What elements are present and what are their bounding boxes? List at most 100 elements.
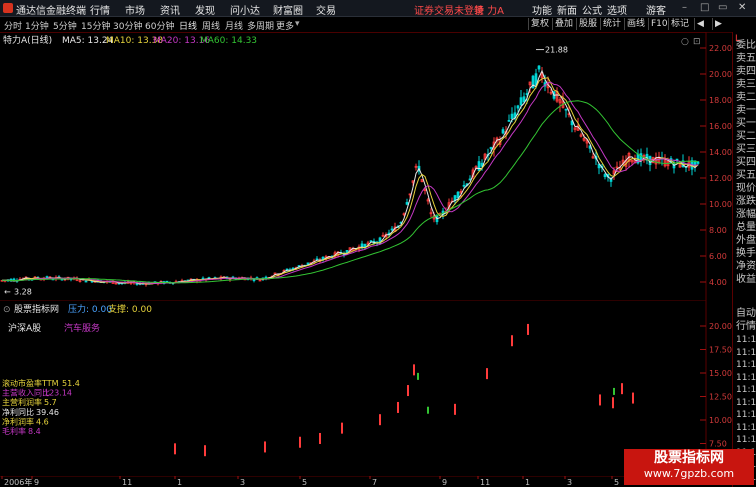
tool-adjust[interactable]: 复权 (528, 18, 551, 30)
stat-label: 毛利率 (2, 426, 26, 436)
period-tab-monthly[interactable]: 月线 (225, 19, 243, 32)
side-panel-auto-item[interactable]: 自动 (736, 307, 756, 320)
menu-formula[interactable]: 公式 (582, 2, 602, 17)
indicator-y-tick-label: 15.00 (709, 369, 732, 378)
menu-trade[interactable]: 交易 (316, 2, 336, 17)
indicator-y-tick-label: 20.00 (709, 322, 732, 331)
period-tab-5min[interactable]: 5分钟 (53, 19, 77, 32)
time-axis-label: 11 (480, 478, 490, 487)
time-axis-label: 9 (442, 478, 447, 487)
period-toolbar: 分时 1分钟 5分钟 15分钟 30分钟 60分钟 日线 周线 月线 多周期 更… (0, 17, 756, 33)
candle-body (564, 108, 568, 111)
app-logo-icon (3, 3, 13, 13)
tool-draw[interactable]: 画线 (624, 18, 647, 30)
period-tab-timeshare[interactable]: 分时 (4, 19, 22, 32)
indicator-y-tick-label: 10.00 (709, 416, 732, 425)
candle-body (315, 258, 319, 261)
period-tab-60min[interactable]: 60分钟 (145, 19, 174, 32)
price-y-tick-label: 8.00 (709, 226, 727, 235)
period-tab-15min[interactable]: 15分钟 (81, 19, 110, 32)
time-axis-label: 11 (122, 478, 132, 487)
period-tab-1min[interactable]: 1分钟 (25, 19, 49, 32)
indicator-chart[interactable]: ⊙ 股票指标网 压力: 0.00 支撑: 0.00 沪深A股 汽车服务 20.0… (0, 300, 732, 476)
candle-body (519, 97, 523, 106)
side-panel-tick-time: 11:1 (736, 397, 756, 408)
sector-label: 汽车服务 (64, 322, 100, 334)
side-panel-tick-time: 11:1 (736, 347, 756, 358)
watermark-title: 股票指标网 (654, 450, 724, 466)
side-panel-item: 涨幅 (736, 209, 756, 220)
candle-body (537, 65, 541, 70)
side-panel-item: 外盘 (736, 235, 756, 246)
menu-market[interactable]: 市场 (125, 2, 145, 17)
side-panel-tick-time: 11:1 (736, 435, 756, 445)
price-chart[interactable]: 特力A(日线) MA5: 13.24 MA10: 13.38 MA20: 13.… (0, 32, 732, 300)
price-y-tick-label: 6.00 (709, 252, 727, 261)
stat-label: 滚动市盈率TTM (2, 378, 59, 388)
period-tab-daily[interactable]: 日线 (179, 19, 197, 32)
tool-service[interactable]: 股服 (576, 18, 599, 30)
time-axis-label: 1 (525, 478, 530, 487)
side-panel-item: 委比 (736, 40, 756, 51)
candle-body (456, 191, 460, 199)
menu-discover[interactable]: 发现 (195, 2, 215, 17)
menu-wealth-circle[interactable]: 财富圈 (273, 2, 303, 17)
side-panel-tick-time: 11:1 (736, 335, 756, 345)
app-title: 通达信金融终端 (16, 6, 86, 17)
side-panel-item: 买三 (736, 144, 756, 155)
period-tab-multi[interactable]: 多周期 (247, 19, 274, 32)
time-axis-label: 5 (614, 478, 619, 487)
stat-value: 39.46 (36, 408, 59, 417)
price-y-tick-label: 20.00 (709, 70, 732, 79)
menu-new-page[interactable]: 新面 (557, 2, 577, 17)
menu-news[interactable]: 资讯 (160, 2, 180, 17)
quote-side-panel: L 委比 卖五 卖四 卖三 卖二 卖一 买一 买二 买三 买四 买五 现价 涨跌 涨幅 总量 外盘 换手 净资 收益… (732, 32, 756, 487)
panel-expand-icon[interactable]: ⊡ (693, 37, 701, 47)
side-panel-tick-time: 11:1 (736, 410, 756, 420)
restore-icon[interactable]: ▭ (718, 2, 727, 13)
tool-f10[interactable]: F10 (648, 18, 670, 30)
time-axis-label: 1 (177, 478, 182, 487)
ma60-line (2, 100, 699, 284)
stat-label: 主营收入同比 (2, 388, 50, 398)
candle-body (462, 184, 466, 187)
side-panel-item: 卖四 (736, 66, 756, 77)
side-panel-item: 总量 (736, 222, 756, 233)
next-arrow-icon[interactable]: ▶ (712, 18, 724, 30)
menu-quotes[interactable]: 行情 (90, 2, 110, 17)
time-axis: 2006年91113579111357 (0, 476, 706, 487)
maximize-icon[interactable]: □ (700, 2, 709, 13)
indicator-title[interactable]: 股票指标网 (14, 303, 59, 315)
menu-options[interactable]: 选项 (607, 2, 627, 17)
panel-settings-icon[interactable]: ○ (681, 37, 689, 47)
period-tab-weekly[interactable]: 周线 (202, 19, 220, 32)
price-y-tick-label: 10.00 (709, 200, 732, 209)
price-y-tick-label: 22.00 (709, 44, 732, 53)
indicator-y-tick-label: 17.50 (709, 346, 732, 355)
close-icon[interactable]: ✕ (738, 2, 746, 13)
indicator-y-tick-label: 12.50 (709, 393, 732, 402)
menu-ask[interactable]: 问小达 (230, 2, 260, 17)
minimize-icon[interactable]: – (682, 2, 687, 13)
menu-guest[interactable]: 游客 (646, 2, 666, 17)
stock-tag: 特 力A (474, 6, 505, 17)
tool-mark[interactable]: 标记 (668, 18, 691, 30)
stat-value: 5.7 (44, 398, 57, 407)
indicator-dropdown-icon[interactable]: ⊙ (3, 305, 11, 315)
period-tab-more[interactable]: 更多 (276, 19, 294, 32)
tool-stats[interactable]: 统计 (600, 18, 623, 30)
low-marker-arrow: ← (4, 287, 11, 296)
price-y-tick-label: 16.00 (709, 122, 732, 131)
side-panel-auto-item[interactable]: 行情 (736, 320, 756, 333)
side-panel-item: 换手 (736, 248, 756, 259)
period-tab-30min[interactable]: 30分钟 (113, 19, 142, 32)
tool-overlay[interactable]: 叠加 (552, 18, 575, 30)
prev-arrow-icon[interactable]: ◀ (694, 18, 706, 30)
candle-body (84, 280, 88, 283)
price-y-tick-label: 18.00 (709, 96, 732, 105)
stat-value: 8.4 (28, 427, 41, 436)
candle-body (390, 228, 394, 231)
menu-function[interactable]: 功能 (532, 2, 552, 17)
side-panel-item: 卖一 (736, 105, 756, 116)
more-chevron-icon[interactable]: ▾ (295, 19, 300, 29)
